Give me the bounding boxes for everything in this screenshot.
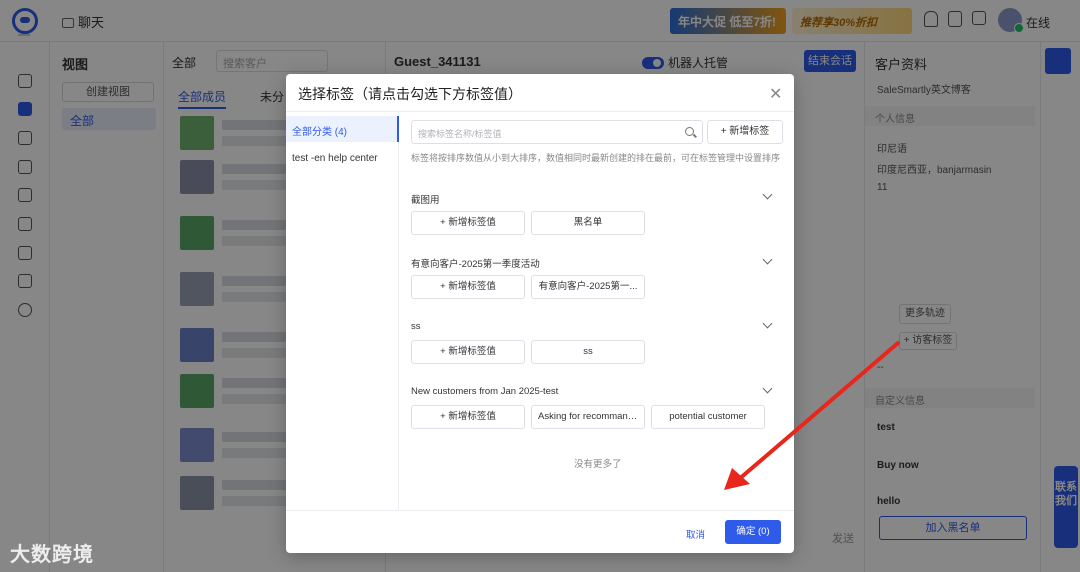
search-icon[interactable] <box>685 127 694 136</box>
category-item-all[interactable]: 全部分类 (4) <box>286 116 399 142</box>
add-tag-value-button[interactable]: + 新增标签值 <box>411 211 525 235</box>
dialog-title: 选择标签（请点击勾选下方标签值） <box>298 86 522 102</box>
category-list: 全部分类 (4) test -en help center <box>286 112 399 510</box>
tag-value-chip[interactable]: Asking for recommand... <box>531 405 645 429</box>
tag-search-placeholder: 搜索标签名称/标签值 <box>418 129 502 139</box>
add-tag-value-button[interactable]: + 新增标签值 <box>411 405 525 429</box>
sort-hint: 标签将按排序数值从小到大排序，数值相同时最新创建的排在最前，可在标签管理中设置排… <box>411 153 781 163</box>
tag-value-chip[interactable]: 黑名单 <box>531 211 645 235</box>
footer-divider <box>286 510 794 511</box>
confirm-button[interactable]: 确定 (0) <box>725 520 781 544</box>
select-tag-dialog: 选择标签（请点击勾选下方标签值） ✕ 全部分类 (4) test -en hel… <box>286 74 794 553</box>
add-tag-button[interactable]: + 新增标签 <box>707 120 783 144</box>
tag-value-chip[interactable]: potential customer <box>651 405 765 429</box>
chevron-down-icon[interactable] <box>762 189 773 200</box>
add-tag-value-button[interactable]: + 新增标签值 <box>411 340 525 364</box>
chevron-down-icon[interactable] <box>762 254 773 265</box>
close-icon[interactable]: ✕ <box>769 84 782 104</box>
chevron-down-icon[interactable] <box>762 383 773 394</box>
cancel-button[interactable]: 取消 <box>686 527 705 541</box>
category-item-help-center[interactable]: test -en help center <box>286 146 399 172</box>
tag-group-title: 截图用 <box>411 195 440 206</box>
chevron-down-icon[interactable] <box>762 318 773 329</box>
watermark: 大数跨境 <box>10 544 94 566</box>
tag-group-title: New customers from Jan 2025-test <box>411 386 559 397</box>
tag-group-title: ss <box>411 321 421 332</box>
tag-group-title: 有意向客户-2025第一季度活动 <box>411 259 540 270</box>
tag-value-chip[interactable]: 有意向客户-2025第一... <box>531 275 645 299</box>
tag-value-chip[interactable]: ss <box>531 340 645 364</box>
no-more-text: 没有更多了 <box>574 459 622 470</box>
tag-search-input[interactable]: 搜索标签名称/标签值 <box>411 120 703 144</box>
add-tag-value-button[interactable]: + 新增标签值 <box>411 275 525 299</box>
